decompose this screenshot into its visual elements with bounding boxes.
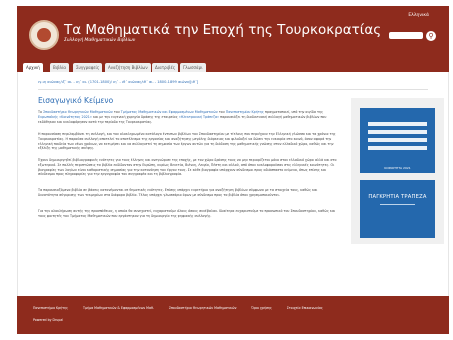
banner-divider [380, 204, 415, 205]
page: Τα Μαθηματικά την Εποχή της Τουρκοκρατία… [17, 6, 449, 334]
tab-glossary[interactable]: Γλωσσάρι [180, 63, 206, 72]
sidebar: ΚΟΙΝΟΤΗΤΑ 2021 ΠΑΓΚΡΗΤΙΑ ΤΡΑΠΕΖΑ [351, 98, 444, 244]
banner-stripe [368, 130, 427, 134]
article-paragraph-4: Τα παρουσιαζόμενα βιβλία σε βάσεις καταν… [38, 188, 318, 197]
site-footer: Πανεπιστήμιο Κρήτης Τμήμα Μαθηματικών & … [17, 296, 449, 334]
divider [38, 89, 428, 90]
tab-authors[interactable]: Συγγραφείς [73, 63, 103, 72]
banner-stripe [368, 138, 427, 142]
footer-link-university[interactable]: Πανεπιστήμιο Κρήτης [33, 306, 68, 310]
article-paragraph-3: Έχουν δημιουργηθεί βιβλιογραφικές ενότητ… [38, 158, 337, 177]
language-link[interactable]: Ελληνικά [408, 13, 429, 18]
footer-link-contact[interactable]: Στοιχεία Επικοινωνίας [287, 306, 323, 310]
banner-stripe [368, 146, 427, 150]
footer-credit[interactable]: Powered by Drupal [33, 318, 63, 322]
link-theory-lab[interactable]: Σπουδαστήριο Θεωρητικών Μαθηματικών [43, 110, 113, 114]
footer-links: Πανεπιστήμιο Κρήτης Τμήμα Μαθηματικών & … [33, 306, 337, 310]
text: του [217, 110, 226, 114]
text: πραγματοποιεί, υπό την αιγίδα της [263, 110, 324, 114]
tab-theses[interactable]: Διατριβές [152, 63, 179, 72]
banner-stripe [368, 122, 427, 126]
tab-home[interactable]: Αρχική [23, 63, 43, 72]
bank-banner-title: ΠΑΓΚΡΗΤΙΑ ΤΡΑΠΕΖΑ [368, 194, 427, 200]
article-paragraph-2: Η παρουσίαση περιλαμβάνει τη συλλογή, κα… [38, 132, 336, 151]
site-header: Τα Μαθηματικά την Εποχή της Τουρκοκρατία… [17, 6, 449, 60]
sponsor-banner-bank[interactable]: ΠΑΓΚΡΗΤΙΑ ΤΡΑΠΕΖΑ [360, 180, 435, 238]
link-math-department[interactable]: Τμήματος Μαθηματικών και Εφαρμοσμένων Μα… [121, 110, 218, 114]
main-content: ιγ-ιη αιώνας/ιζ΄ αι. - ιη΄ αι. (1701-180… [17, 72, 449, 296]
link-community-2021[interactable]: Ευρωπαϊκής «Κοινότητας 2021» [38, 115, 92, 119]
tab-books[interactable]: Βιβλία [50, 63, 70, 72]
search-icon: ⚲ [428, 32, 434, 40]
article-paragraph-1: Το Σπουδαστήριο Θεωρητικών Μαθηματικών τ… [38, 110, 338, 124]
site-subtitle: Συλλογή Μαθηματικών Βιβλίων [64, 38, 136, 43]
banner-caption: ΚΟΙΝΟΤΗΤΑ 2021 [384, 166, 411, 170]
tab-book-search[interactable]: Αναζήτηση Βιβλίων [105, 63, 151, 72]
site-logo[interactable] [29, 20, 59, 50]
search-input[interactable] [389, 32, 423, 39]
breadcrumb[interactable]: ιγ-ιη αιώνας/ιζ΄ αι. - ιη΄ αι. (1701-180… [38, 80, 398, 84]
link-bank[interactable]: «Ηλεκτρονική Τράπεζα» [179, 115, 219, 119]
link-university-crete[interactable]: Πανεπιστημίου Κρήτης [226, 110, 264, 114]
main-nav: Αρχική Βιβλία Συγγραφείς Αναζήτηση Βιβλί… [17, 60, 449, 72]
text: του [112, 110, 121, 114]
search-button[interactable]: ⚲ [426, 31, 436, 41]
footer-link-lab[interactable]: Σπουδαστήριο Θεωρητικών Μαθηματικών [169, 306, 236, 310]
footer-link-terms[interactable]: Όροι χρήσης [251, 306, 271, 310]
site-title[interactable]: Τα Μαθηματικά την Εποχή της Τουρκοκρατία… [64, 22, 381, 38]
sponsor-banner-community[interactable]: ΚΟΙΝΟΤΗΤΑ 2021 [360, 108, 435, 173]
footer-link-department[interactable]: Τμήμα Μαθηματικών & Εφαρμοσμένων Μαθ. [83, 306, 154, 310]
article-title: Εισαγωγικό Κείμενο [38, 96, 114, 105]
text: και με την ευγενική χορηγία δράσης της ε… [91, 114, 179, 119]
article-paragraph-5: Για την ολοκλήρωση αυτής της προσπάθειας… [38, 209, 336, 218]
